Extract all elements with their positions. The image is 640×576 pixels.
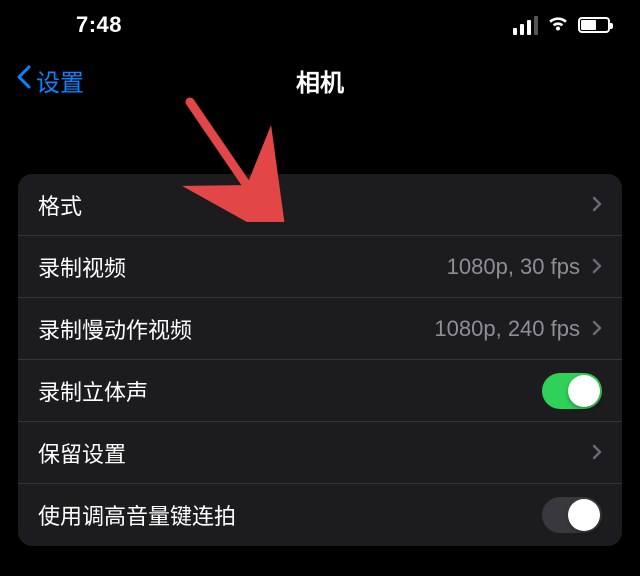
cellular-icon [513,16,539,35]
row-label: 录制视频 [38,251,126,283]
wifi-icon [546,14,570,36]
status-time: 7:48 [76,12,122,38]
page-title: 相机 [296,63,344,98]
row-label: 格式 [38,189,82,221]
row-stereo: 录制立体声 [18,360,622,422]
row-record-slomo[interactable]: 录制慢动作视频 1080p, 240 fps [18,298,622,360]
row-preserve[interactable]: 保留设置 [18,422,622,484]
stereo-toggle[interactable] [542,373,602,409]
row-label: 使用调高音量键连拍 [38,499,236,531]
chevron-right-icon [592,316,602,342]
row-record-video[interactable]: 录制视频 1080p, 30 fps [18,236,622,298]
volume-burst-toggle[interactable] [542,497,602,533]
nav-bar: 设置 相机 [0,50,640,110]
chevron-left-icon [16,65,32,95]
row-value: 1080p, 30 fps [447,254,580,280]
chevron-right-icon [592,254,602,280]
row-format[interactable]: 格式 [18,174,622,236]
settings-group: 格式 录制视频 1080p, 30 fps 录制慢动作视频 1080p, 240… [18,174,622,546]
battery-icon [578,17,610,33]
status-icons [513,14,611,36]
row-label: 录制立体声 [38,375,148,407]
status-bar: 7:48 [0,0,640,50]
back-label: 设置 [36,63,84,98]
back-button[interactable]: 设置 [16,63,84,98]
row-volume-burst: 使用调高音量键连拍 [18,484,622,546]
row-label: 保留设置 [38,437,126,469]
row-value: 1080p, 240 fps [434,316,580,342]
row-label: 录制慢动作视频 [38,313,192,345]
chevron-right-icon [592,440,602,466]
chevron-right-icon [592,192,602,218]
